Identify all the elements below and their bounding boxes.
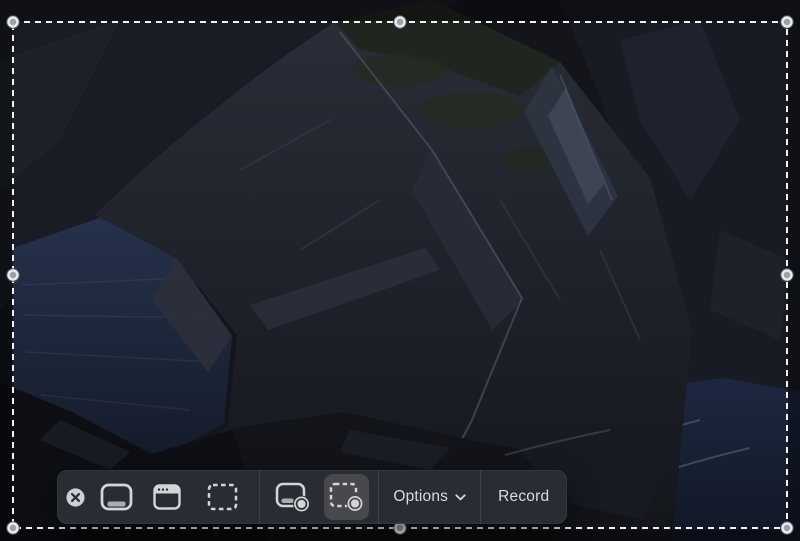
record-entire-screen-icon — [275, 482, 310, 512]
selection-overlay — [0, 0, 800, 541]
selection-handle-bottom-right[interactable] — [781, 522, 793, 534]
selection-handle-middle-left[interactable] — [7, 269, 19, 281]
record-button[interactable]: Record — [481, 470, 566, 524]
close-button[interactable] — [64, 474, 86, 520]
capture-selected-window-button[interactable] — [145, 474, 189, 520]
selection-handle-top-left[interactable] — [7, 16, 19, 28]
screen-capture-overlay: Options Record — [0, 0, 800, 541]
options-button-label: Options — [393, 488, 448, 506]
toolbar-divider — [259, 470, 260, 524]
capture-selected-portion-icon — [207, 483, 238, 511]
selection-handle-top-right[interactable] — [781, 16, 793, 28]
record-selected-portion-button[interactable] — [324, 474, 369, 520]
record-entire-screen-button[interactable] — [270, 474, 314, 520]
chevron-down-icon — [455, 494, 466, 501]
capture-selected-window-icon — [153, 484, 181, 510]
selection-handle-middle-right[interactable] — [781, 269, 793, 281]
options-button[interactable]: Options — [379, 470, 480, 524]
close-icon — [65, 487, 86, 508]
selection-handle-bottom-left[interactable] — [7, 522, 19, 534]
selection-handle-top-center[interactable] — [394, 16, 406, 28]
selection-border[interactable] — [13, 22, 787, 528]
record-button-label: Record — [498, 488, 549, 506]
capture-selected-portion-button[interactable] — [200, 474, 244, 520]
capture-entire-screen-button[interactable] — [94, 474, 138, 520]
capture-entire-screen-icon — [100, 483, 133, 511]
record-selected-portion-icon — [329, 482, 364, 512]
screenshot-toolbar: Options Record — [57, 470, 567, 524]
